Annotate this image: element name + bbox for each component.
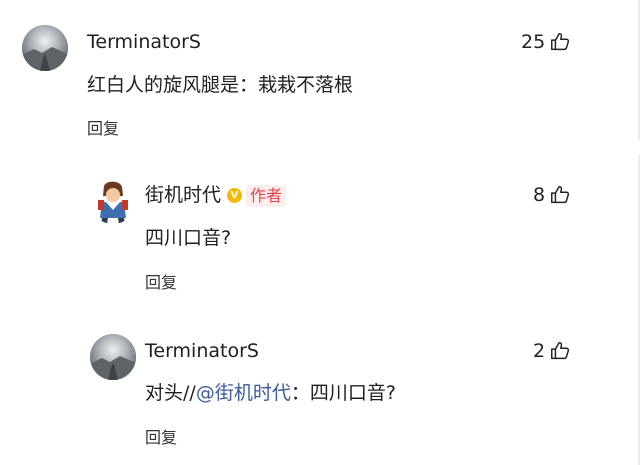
like-button[interactable]: 8 [533,183,571,207]
like-count: 2 [533,340,546,362]
username-text[interactable]: 街机时代 [145,184,221,206]
author-badge: 作者 [246,184,287,207]
comment-text: 对头//@街机时代：四川口音? [145,381,396,405]
thumbs-up-icon [551,342,570,360]
comment-text-suffix: ：四川口音? [290,382,396,404]
avatar[interactable] [90,334,136,380]
verified-badge-icon: V [227,188,243,203]
comment-text: 红白人的旋风腿是：栽栽不落根 [87,74,354,96]
mention-link[interactable]: @街机时代 [196,382,291,404]
reply-button[interactable]: 回复 [145,428,177,448]
reply-button[interactable]: 回复 [87,119,119,139]
comment-text: 四川口音? [145,227,232,249]
avatar[interactable] [22,25,68,71]
like-count: 25 [521,31,546,53]
username[interactable]: TerminatorS [145,339,259,363]
avatar[interactable] [90,178,136,224]
username: 街机时代 V 作者 [145,183,287,207]
like-button[interactable]: 25 [521,30,571,54]
comment-text-prefix: 对头// [145,382,196,404]
thumbs-up-icon [551,186,570,204]
username[interactable]: TerminatorS [87,30,201,54]
thumbs-up-icon [551,33,570,51]
like-button[interactable]: 2 [533,339,571,363]
reply-button[interactable]: 回复 [145,273,177,293]
like-count: 8 [533,184,546,206]
